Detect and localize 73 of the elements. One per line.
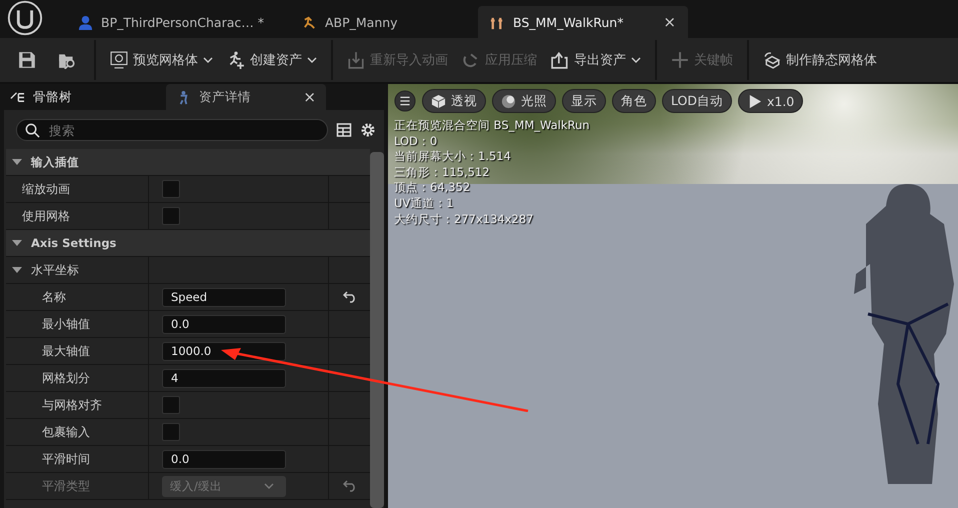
- checkbox[interactable]: [162, 180, 180, 198]
- viewport-stat-text: 顶点：64,352: [394, 180, 472, 196]
- input-field[interactable]: Speed: [162, 288, 286, 306]
- property-label: 平滑时间: [41, 450, 90, 468]
- checkbox[interactable]: [162, 423, 180, 441]
- table-view-icon[interactable]: [336, 122, 352, 138]
- viewport-button[interactable]: 光照: [492, 89, 556, 113]
- expand-triangle-icon[interactable]: [12, 159, 22, 165]
- chevron-down-icon: [631, 57, 641, 63]
- chevron-down-icon: [264, 483, 274, 489]
- property-label: 最小轴值: [41, 316, 90, 332]
- expand-triangle-icon[interactable]: [12, 240, 22, 246]
- chevron-down-icon: [203, 57, 213, 63]
- group-label: 水平坐标: [31, 262, 79, 278]
- property-label: 与网格对齐: [41, 396, 102, 414]
- viewport-button[interactable]: 角色: [612, 89, 656, 113]
- reset-arrow-icon[interactable]: [342, 291, 356, 303]
- viewport-stat-text: UV通道：1: [394, 196, 455, 212]
- import-icon: [347, 51, 365, 69]
- menu-icon[interactable]: [394, 90, 416, 112]
- property-label: 包裹输入: [41, 424, 90, 440]
- checkbox[interactable]: [162, 207, 180, 225]
- box-arrow-icon: [763, 51, 781, 69]
- runner-plus-icon: [227, 51, 245, 69]
- running-figure-icon: [302, 14, 317, 30]
- viewport-button[interactable]: x1.0: [738, 89, 804, 113]
- monitor-icon: [110, 51, 128, 69]
- editor-tab[interactable]: ABP_Manny: [290, 6, 470, 38]
- input-field[interactable]: 0.0: [162, 314, 286, 334]
- toolbar-button[interactable]: 预览网格体: [104, 47, 219, 73]
- property-label: 平滑类型: [41, 478, 90, 494]
- plus-icon: [671, 51, 689, 69]
- panel-tab[interactable]: 资产详情 ×: [166, 84, 326, 110]
- expand-triangle-icon[interactable]: [12, 267, 22, 273]
- viewport-button[interactable]: LOD自动: [662, 89, 732, 113]
- input-field[interactable]: 0.0: [162, 450, 286, 468]
- toolbar-button[interactable]: 创建资产: [221, 47, 323, 73]
- property-label: 缩放动画: [21, 180, 70, 198]
- close-button[interactable]: ×: [663, 13, 676, 31]
- input-field[interactable]: 1000.0: [162, 342, 286, 360]
- viewport-stat-text: 正在预览混合空间 BS_MM_WalkRun: [394, 118, 591, 134]
- viewport-button[interactable]: 透视: [422, 89, 486, 113]
- property-label: 最大轴值: [41, 342, 90, 360]
- property-label: 网格划分: [41, 370, 90, 386]
- search-icon: [25, 123, 40, 138]
- settings-icon[interactable]: [360, 122, 376, 138]
- panel-tab[interactable]: 骨骼树: [0, 84, 166, 110]
- editor-tab[interactable]: BP_ThirdPersonCharac… *: [66, 6, 276, 38]
- cube-icon: [431, 94, 446, 108]
- viewport-button[interactable]: 显示: [562, 89, 606, 113]
- scrollbar-thumb[interactable]: [370, 152, 384, 508]
- chevron-down-icon: [307, 57, 317, 63]
- engine-logo-icon[interactable]: [6, 0, 44, 37]
- checkbox[interactable]: [162, 396, 180, 414]
- save-icon[interactable]: [18, 51, 36, 69]
- sphere-icon: [501, 94, 516, 108]
- close-button[interactable]: ×: [303, 88, 316, 106]
- viewport-stat-text: LOD：0: [394, 134, 438, 150]
- category-label: Axis Settings: [31, 236, 116, 250]
- viewport-stat-text: 当前屏幕大小：1.514: [394, 149, 512, 165]
- input-field[interactable]: 4: [162, 368, 286, 388]
- viewport-stat-text: 三角形：115,512: [394, 164, 491, 180]
- editor-tab[interactable]: BS_MM_WalkRun* ×: [478, 6, 688, 38]
- toolbar-button[interactable]: 导出资产: [545, 47, 647, 73]
- viewport-stat-text: 大约尺寸：277x134x287: [394, 212, 534, 228]
- category-label: 输入插值: [31, 154, 79, 170]
- person-icon: [78, 14, 93, 30]
- property-label: 名称: [41, 288, 66, 306]
- property-label: 使用网格: [21, 208, 70, 224]
- clamp-icon: [462, 51, 480, 69]
- search-field[interactable]: 搜索: [16, 119, 328, 141]
- export-icon: [551, 51, 569, 69]
- toolbar-button[interactable]: 制作静态网格体: [757, 47, 883, 73]
